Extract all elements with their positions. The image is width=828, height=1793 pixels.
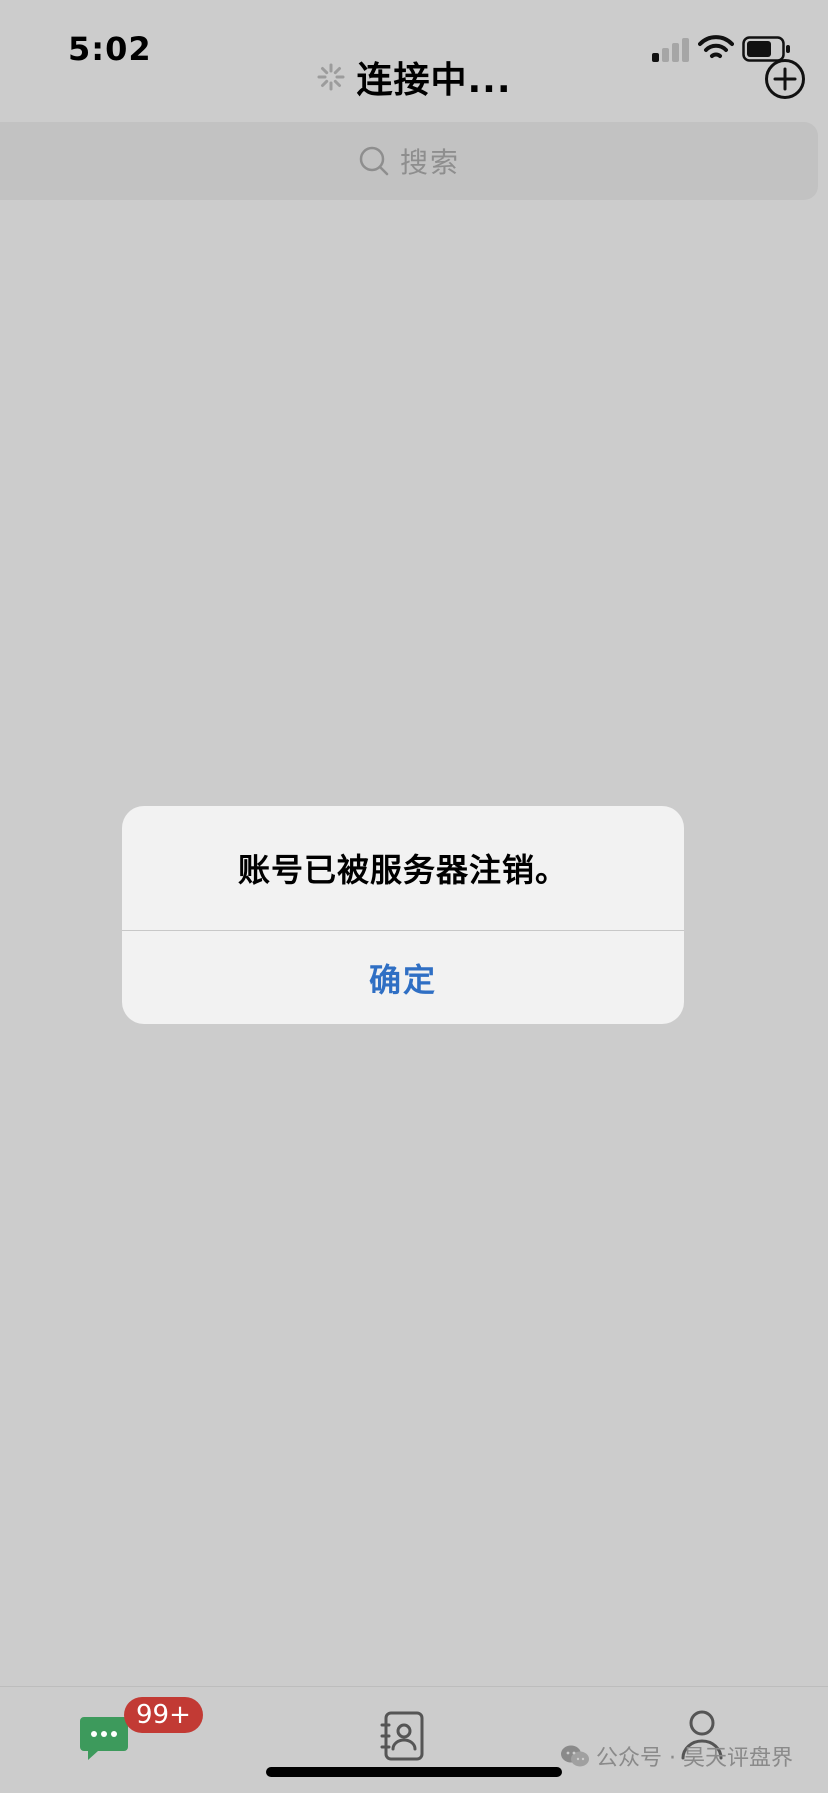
nav-title-text: 连接中...: [356, 60, 512, 101]
watermark: 公众号 · 昊天评盘界: [560, 1740, 793, 1772]
search-bar[interactable]: 搜索: [0, 122, 818, 200]
search-placeholder: 搜索: [399, 146, 460, 179]
loading-spinner-icon: [317, 63, 345, 91]
alert-dialog: 账号已被服务器注销。 确定: [122, 806, 684, 1024]
chats-unread-badge: 99+: [124, 1697, 203, 1733]
watermark-text: 公众号 · 昊天评盘界: [596, 1746, 793, 1771]
alert-message: 账号已被服务器注销。: [122, 806, 684, 931]
search-icon: [359, 146, 389, 176]
tab-chats-icon[interactable]: [78, 1715, 130, 1763]
tab-contacts-icon[interactable]: [380, 1711, 426, 1761]
wechat-logo-icon: [561, 1745, 589, 1767]
alert-confirm-button[interactable]: 确定: [122, 931, 684, 1024]
home-indicator: [266, 1767, 562, 1777]
add-button[interactable]: [764, 58, 806, 100]
nav-title: 连接中...: [0, 52, 828, 102]
